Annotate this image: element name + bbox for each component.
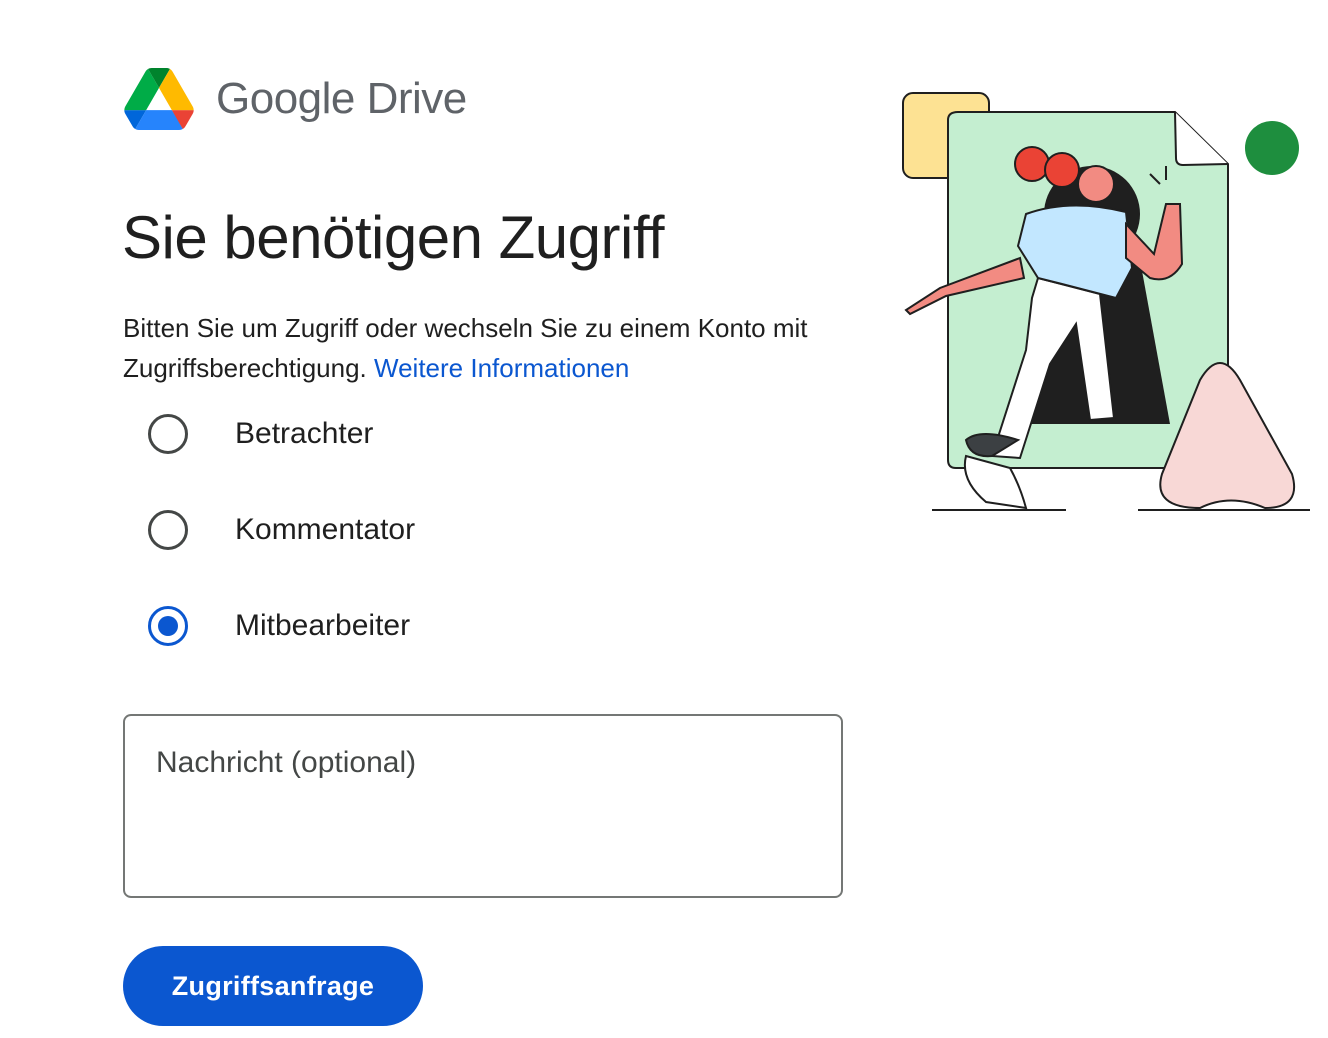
radio-unchecked-icon[interactable] [148,414,188,454]
page-title: Sie benötigen Zugriff [122,204,665,271]
brand-header: Google Drive [124,66,467,132]
radio-unchecked-icon[interactable] [148,510,188,550]
role-label-viewer: Betrachter [235,417,374,450]
radio-checked-icon[interactable] [148,606,188,646]
role-radio-group: Betrachter Kommentator Mitbearbeiter [148,402,648,690]
role-label-commenter: Kommentator [235,513,416,546]
learn-more-link[interactable]: Weitere Informationen [374,353,629,383]
request-access-button[interactable]: Zugriffsanfrage [123,946,423,1026]
brand-name: Google Drive [216,74,467,123]
google-drive-logo-icon [124,68,194,130]
intro-text: Bitten Sie um Zugriff oder wechseln Sie … [123,308,853,388]
access-request-page: Google Drive Sie benötigen Zugriff Bitte… [0,0,1328,1038]
role-label-editor: Mitbearbeiter [235,609,411,642]
role-option-viewer[interactable]: Betrachter [148,402,648,466]
role-option-editor[interactable]: Mitbearbeiter [148,594,648,658]
message-field[interactable] [123,714,843,898]
person-entering-keyhole-document-illustration [902,92,1310,511]
role-option-commenter[interactable]: Kommentator [148,498,648,562]
